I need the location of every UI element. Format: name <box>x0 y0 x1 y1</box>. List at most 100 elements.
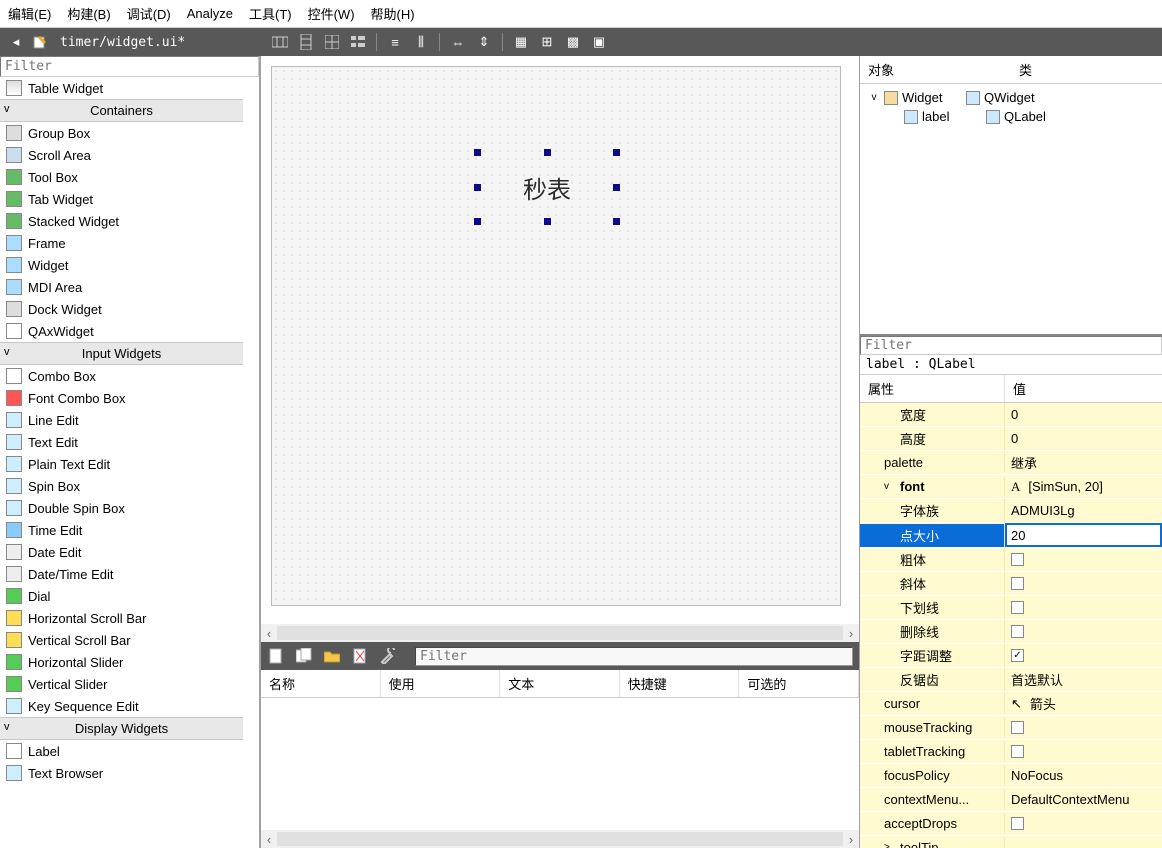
folder-action-icon[interactable] <box>323 647 341 665</box>
property-row[interactable]: cursor↖箭头 <box>860 692 1162 716</box>
property-value-input[interactable] <box>1005 523 1162 547</box>
obj-col-class[interactable]: 类 <box>1011 56 1162 83</box>
property-row[interactable]: 反锯齿首选默认 <box>860 668 1162 692</box>
widget-item[interactable]: Font Combo Box <box>0 387 243 409</box>
break-layout-icon[interactable]: ▦ <box>512 33 530 51</box>
resize-handle[interactable] <box>474 218 481 225</box>
scroll-left-icon[interactable]: ‹ <box>261 626 277 641</box>
property-checkbox[interactable] <box>1011 721 1024 734</box>
object-tree-row[interactable]: labelQLabel <box>864 107 1158 126</box>
widget-item[interactable]: Key Sequence Edit <box>0 695 243 717</box>
resize-handle[interactable] <box>613 218 620 225</box>
property-row[interactable]: tabletTracking <box>860 740 1162 764</box>
menu-debug[interactable]: 调试(D) <box>127 4 171 23</box>
widget-item[interactable]: QAxWidget <box>0 320 243 342</box>
action-col-text[interactable]: 文本 <box>500 670 620 697</box>
widget-item[interactable]: Text Browser <box>0 762 243 784</box>
action-h-scrollbar[interactable]: ‹ › <box>261 830 859 848</box>
widget-item[interactable]: Dock Widget <box>0 298 243 320</box>
property-row[interactable]: 高度0 <box>860 427 1162 451</box>
menu-help[interactable]: 帮助(H) <box>371 4 415 23</box>
object-inspector-tree[interactable]: vWidgetQWidgetlabelQLabel <box>860 84 1162 334</box>
layout-vbox-icon[interactable] <box>297 33 315 51</box>
action-filter-input[interactable] <box>415 647 853 666</box>
property-checkbox[interactable] <box>1011 625 1024 638</box>
widget-item[interactable]: Double Spin Box <box>0 497 243 519</box>
menu-edit[interactable]: 编辑(E) <box>8 4 51 23</box>
back-icon[interactable]: ◂ <box>7 33 25 51</box>
widget-item[interactable]: Time Edit <box>0 519 243 541</box>
widget-item[interactable]: Tool Box <box>0 166 243 188</box>
menu-tools[interactable]: 工具(T) <box>249 4 292 23</box>
layout-grid-icon[interactable] <box>323 33 341 51</box>
widget-item[interactable]: MDI Area <box>0 276 243 298</box>
layout-form-icon[interactable] <box>349 33 367 51</box>
property-expand-icon[interactable]: v <box>884 481 896 492</box>
tree-expand-icon[interactable]: v <box>868 92 880 103</box>
property-row[interactable]: vfontA[SimSun, 20] <box>860 475 1162 499</box>
property-row[interactable]: 宽度0 <box>860 403 1162 427</box>
adjust-size-icon[interactable]: ⊞ <box>538 33 556 51</box>
property-row[interactable]: palette继承 <box>860 451 1162 475</box>
object-tree-row[interactable]: vWidgetQWidget <box>864 88 1158 107</box>
property-expand-icon[interactable]: > <box>884 842 896 848</box>
resize-handle[interactable] <box>613 184 620 191</box>
vsplit-icon[interactable]: ⫼ <box>412 33 430 51</box>
widget-item[interactable]: Dial <box>0 585 243 607</box>
preview-icon[interactable]: ▣ <box>590 33 608 51</box>
resize-handle[interactable] <box>544 218 551 225</box>
property-row[interactable]: mouseTracking <box>860 716 1162 740</box>
property-checkbox[interactable] <box>1011 745 1024 758</box>
action-col-shortcut[interactable]: 快捷键 <box>620 670 740 697</box>
resize-handle[interactable] <box>474 149 481 156</box>
property-checkbox[interactable] <box>1011 601 1024 614</box>
spacer-v-icon[interactable]: ⇕ <box>475 33 493 51</box>
widget-item[interactable]: Plain Text Edit <box>0 453 243 475</box>
new-action-icon[interactable] <box>267 647 285 665</box>
widget-item[interactable]: Scroll Area <box>0 144 243 166</box>
property-row[interactable]: 点大小 <box>860 523 1162 548</box>
widget-item[interactable]: Stacked Widget <box>0 210 243 232</box>
menu-build[interactable]: 构建(B) <box>67 4 110 23</box>
menu-widgets[interactable]: 控件(W) <box>308 4 355 23</box>
property-row[interactable]: focusPolicyNoFocus <box>860 764 1162 788</box>
property-checkbox[interactable] <box>1011 553 1024 566</box>
grid-snap-icon[interactable]: ▩ <box>564 33 582 51</box>
property-row[interactable]: 字体族ADMUI3Lg <box>860 499 1162 523</box>
action-col-used[interactable]: 使用 <box>381 670 501 697</box>
delete-action-icon[interactable] <box>351 647 369 665</box>
widget-item[interactable]: Group Box <box>0 122 243 144</box>
form-canvas[interactable]: 秒表 <box>261 56 859 624</box>
property-row[interactable]: 粗体 <box>860 548 1162 572</box>
scroll-left-icon[interactable]: ‹ <box>261 832 277 847</box>
widget-item[interactable]: Label <box>0 740 243 762</box>
widget-item[interactable]: Date/Time Edit <box>0 563 243 585</box>
widget-list[interactable]: Table Widget vContainersGroup BoxScroll … <box>0 77 259 848</box>
widget-item[interactable]: Date Edit <box>0 541 243 563</box>
property-checkbox[interactable]: ✓ <box>1011 649 1024 662</box>
category-header[interactable]: vDisplay Widgets <box>0 717 243 740</box>
action-col-name[interactable]: 名称 <box>261 670 381 697</box>
property-table[interactable]: 宽度0高度0palette继承vfontA[SimSun, 20]字体族ADMU… <box>860 403 1162 848</box>
property-row[interactable]: 删除线 <box>860 620 1162 644</box>
hsplit-icon[interactable]: ≡ <box>386 33 404 51</box>
widget-item[interactable]: Table Widget <box>0 77 243 99</box>
canvas-h-scrollbar[interactable]: ‹ › <box>261 624 859 642</box>
property-checkbox[interactable] <box>1011 817 1024 830</box>
resize-handle[interactable] <box>474 184 481 191</box>
property-filter-input[interactable] <box>860 336 1162 355</box>
property-row[interactable]: 下划线 <box>860 596 1162 620</box>
scroll-right-icon[interactable]: › <box>843 626 859 641</box>
property-row[interactable]: >toolTip <box>860 836 1162 848</box>
widget-item[interactable]: Spin Box <box>0 475 243 497</box>
property-row[interactable]: acceptDrops <box>860 812 1162 836</box>
action-col-checkable[interactable]: 可选的 <box>739 670 859 697</box>
resize-handle[interactable] <box>544 149 551 156</box>
widget-item[interactable]: Line Edit <box>0 409 243 431</box>
edit-file-icon[interactable] <box>31 33 49 51</box>
property-row[interactable]: 字距调整✓ <box>860 644 1162 668</box>
resize-handle[interactable] <box>613 149 620 156</box>
scroll-right-icon[interactable]: › <box>843 832 859 847</box>
widget-item[interactable]: Text Edit <box>0 431 243 453</box>
widget-item[interactable]: Combo Box <box>0 365 243 387</box>
